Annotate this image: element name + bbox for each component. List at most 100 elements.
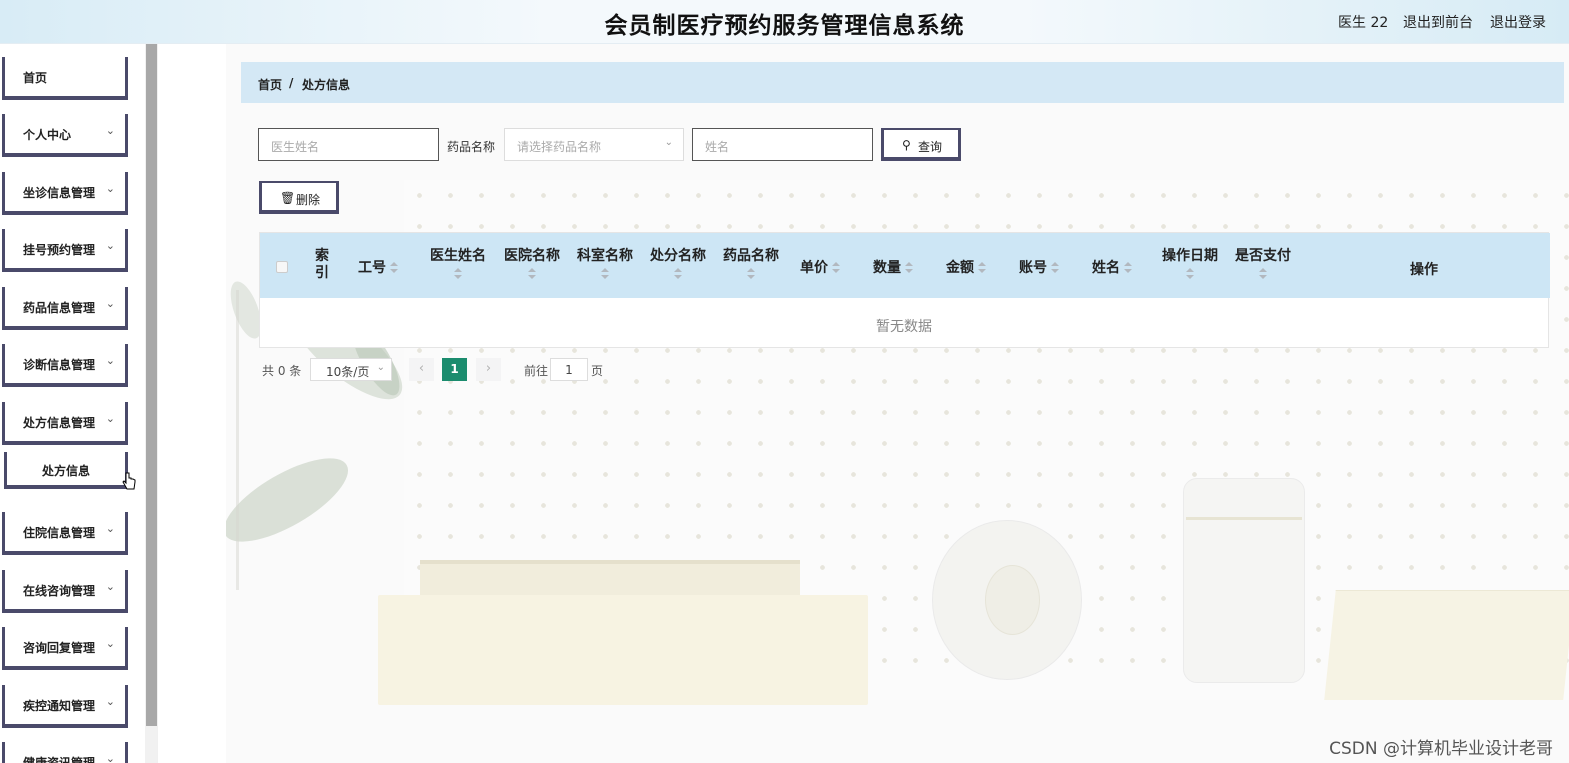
sort-icon[interactable] — [390, 262, 398, 274]
column-label: 姓名 — [1092, 260, 1120, 276]
sort-icon[interactable] — [454, 268, 462, 280]
sidebar-item-clinic-schedule[interactable]: 坐诊信息管理 ⌄ — [2, 172, 128, 215]
sort-icon[interactable] — [528, 268, 536, 280]
column-dept-name[interactable]: 科室名称 — [577, 245, 633, 265]
column-label: 是否支付 — [1235, 248, 1291, 264]
box-decoration — [420, 560, 800, 600]
column-hospital-name[interactable]: 医院名称 — [504, 245, 560, 265]
column-label: 操作日期 — [1162, 248, 1218, 264]
column-amount[interactable]: 金额 — [946, 257, 986, 277]
page-size-select[interactable]: 10条/页 ⌄ — [310, 358, 392, 381]
sidebar-item-inpatient[interactable]: 住院信息管理 ⌄ — [2, 512, 128, 555]
column-op-date[interactable]: 操作日期 — [1162, 245, 1218, 265]
sort-icon[interactable] — [978, 262, 986, 274]
column-label: 处分名称 — [650, 248, 706, 264]
current-user: 医生 22 — [1338, 15, 1389, 31]
empty-state-text: 暂无数据 — [876, 319, 932, 335]
sort-icon[interactable] — [905, 262, 913, 274]
sidebar-item-label: 在线咨询管理 — [23, 584, 96, 598]
delete-button[interactable]: 🗑 删除 — [259, 181, 339, 214]
sidebar-item-appointments[interactable]: 挂号预约管理 ⌄ — [2, 229, 128, 272]
chevron-down-icon: ⌄ — [105, 752, 115, 763]
breadcrumb-current: 处方信息 — [302, 78, 351, 92]
sidebar-item-drugs[interactable]: 药品信息管理 ⌄ — [2, 287, 128, 330]
chevron-down-icon: ⌄ — [105, 297, 115, 310]
chevron-down-icon: ⌄ — [105, 124, 115, 137]
column-drug-name[interactable]: 药品名称 — [723, 245, 779, 265]
sidebar-item-label: 药品信息管理 — [23, 301, 96, 315]
sidebar-scrollbar-thumb[interactable] — [146, 44, 157, 726]
sidebar-item-label: 诊断信息管理 — [23, 358, 96, 372]
back-to-front-link[interactable]: 退出到前台 — [1403, 12, 1473, 32]
doctor-name-input[interactable]: 医生姓名 — [258, 128, 439, 161]
sidebar-item-disease-notice[interactable]: 疾控通知管理 ⌄ — [2, 685, 128, 728]
sidebar-item-label: 挂号预约管理 — [23, 243, 96, 257]
column-doctor-name[interactable]: 医生姓名 — [430, 245, 486, 265]
tape-roll-core-decoration — [985, 565, 1040, 635]
sidebar-item-diagnosis[interactable]: 诊断信息管理 ⌄ — [2, 344, 128, 387]
column-unit-price[interactable]: 单价 — [800, 257, 840, 277]
drug-name-select[interactable]: 请选择药品名称 ⌄ — [504, 128, 684, 161]
top-header: 会员制医疗预约服务管理信息系统 医生 22 退出到前台 退出登录 — [0, 0, 1569, 44]
prev-page-button[interactable]: ‹ — [409, 358, 434, 381]
breadcrumb-home[interactable]: 首页 — [258, 76, 282, 93]
search-button[interactable]: ⚲ 查询 — [881, 128, 961, 161]
column-label: 药品名称 — [723, 248, 779, 264]
next-page-button[interactable]: › — [476, 358, 501, 381]
column-index-line1: 索 — [315, 248, 329, 264]
chevron-down-icon: ⌄ — [105, 412, 115, 425]
box-decoration — [378, 595, 868, 705]
drug-name-label: 药品名称 — [447, 140, 496, 154]
chevron-down-icon: ⌄ — [664, 137, 673, 148]
chevron-down-icon: ⌄ — [105, 354, 115, 367]
sort-icon[interactable] — [832, 262, 840, 274]
chevron-down-icon: ⌄ — [105, 637, 115, 650]
drug-name-placeholder: 请选择药品名称 — [517, 140, 602, 154]
chevron-down-icon: ⌄ — [376, 362, 385, 373]
sidebar-item-prescriptions[interactable]: 处方信息管理 ⌄ — [2, 402, 128, 445]
cylinder-decoration-line — [1186, 517, 1302, 520]
name-input[interactable]: 姓名 — [692, 128, 873, 161]
column-paid[interactable]: 是否支付 — [1235, 245, 1291, 265]
breadcrumb-separator: / — [289, 76, 294, 90]
column-index: 索 引 — [314, 248, 330, 282]
sort-icon[interactable] — [674, 268, 682, 280]
column-account[interactable]: 账号 — [1019, 257, 1059, 277]
sidebar-item-label: 咨询回复管理 — [23, 641, 96, 655]
breadcrumb: 首页 / 处方信息 — [241, 62, 1564, 103]
column-label: 医生姓名 — [430, 248, 486, 264]
sidebar-item-consult-reply[interactable]: 咨询回复管理 ⌄ — [2, 627, 128, 670]
column-job-no[interactable]: 工号 — [358, 257, 398, 277]
column-prescription-name[interactable]: 处分名称 — [650, 245, 706, 265]
page-number-1[interactable]: 1 — [442, 358, 467, 381]
column-name[interactable]: 姓名 — [1092, 257, 1132, 277]
goto-page-input[interactable]: 1 — [550, 358, 588, 381]
pagination-total: 共 0 条 — [262, 364, 302, 378]
sort-icon[interactable] — [747, 268, 755, 280]
sort-icon[interactable] — [1259, 268, 1267, 280]
page-size-value: 10条/页 — [326, 365, 370, 379]
sort-icon[interactable] — [601, 268, 609, 280]
column-quantity[interactable]: 数量 — [873, 257, 913, 277]
logout-link[interactable]: 退出登录 — [1490, 12, 1546, 32]
watermark: CSDN @计算机毕业设计老哥 — [1329, 739, 1553, 759]
sort-icon[interactable] — [1124, 262, 1132, 274]
submenu-item-prescription-info[interactable]: 处方信息 — [4, 452, 128, 489]
sidebar-item-health-news[interactable]: 健康资讯管理 ⌄ — [2, 742, 128, 763]
column-label: 账号 — [1019, 260, 1047, 276]
sidebar-item-label: 健康资讯管理 — [23, 756, 96, 763]
sort-icon[interactable] — [1186, 268, 1194, 280]
column-label: 工号 — [358, 260, 386, 276]
sidebar-item-label: 住院信息管理 — [23, 526, 96, 540]
sidebar-item-online-consult[interactable]: 在线咨询管理 ⌄ — [2, 570, 128, 613]
table-header: 索 引 工号 医生姓名 医院名称 科室名称 处分名称 药品名称 单价 数量 金额… — [260, 233, 1550, 298]
book-decoration — [1324, 590, 1569, 700]
hand-cursor-icon — [122, 472, 136, 490]
sort-icon[interactable] — [1051, 262, 1059, 274]
select-all-checkbox[interactable] — [276, 261, 288, 273]
page-suffix: 页 — [591, 364, 604, 378]
sidebar-item-home[interactable]: 首页 — [2, 57, 128, 100]
sidebar-item-personal-center[interactable]: 个人中心 ⌄ — [2, 114, 128, 157]
column-label: 科室名称 — [577, 248, 633, 264]
trash-icon: 🗑 — [280, 191, 296, 205]
